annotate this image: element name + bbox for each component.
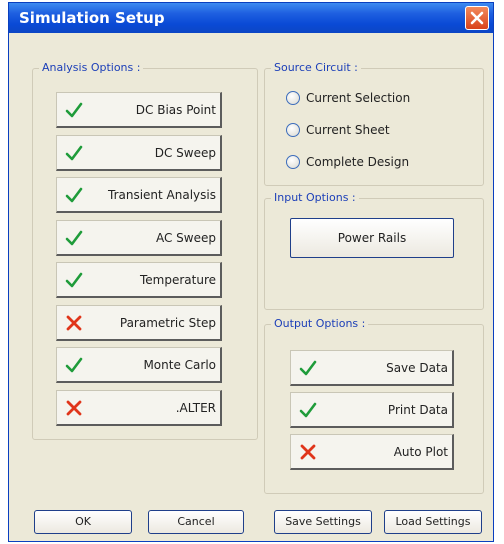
- check-icon: [65, 102, 83, 118]
- check-icon: [299, 360, 317, 376]
- analysis-toggle-label: Parametric Step: [119, 315, 216, 330]
- radio-label: Current Sheet: [306, 123, 390, 137]
- analysis-temperature-toggle[interactable]: Temperature: [56, 262, 222, 298]
- analysis-toggle-label: DC Bias Point: [135, 103, 216, 117]
- analysis-toggle-label: DC Sweep: [154, 145, 216, 160]
- radio-button[interactable]: [286, 155, 300, 169]
- check-icon: [65, 272, 83, 288]
- cross-icon: [66, 315, 82, 330]
- analysis-dc-sweep-toggle[interactable]: DC Sweep: [56, 134, 222, 171]
- source-circuit-label: Source Circuit :: [271, 61, 361, 74]
- power-rails-button[interactable]: Power Rails: [290, 218, 454, 258]
- analysis-dc-bias-point-toggle[interactable]: DC Bias Point: [56, 92, 222, 128]
- radio-button[interactable]: [286, 123, 300, 137]
- analysis-toggle-label: Transient Analysis: [108, 188, 216, 202]
- check-icon: [65, 230, 83, 245]
- analysis-monte-carlo-toggle[interactable]: Monte Carlo: [56, 347, 222, 383]
- check-icon: [65, 357, 83, 373]
- close-icon: [470, 11, 484, 25]
- output-toggle-label: Print Data: [387, 403, 448, 417]
- analysis-options-label: Analysis Options :: [39, 61, 144, 74]
- output-auto-plot-toggle[interactable]: Auto Plot: [290, 434, 454, 470]
- cancel-button[interactable]: Cancel: [148, 510, 244, 534]
- close-button[interactable]: [465, 6, 489, 30]
- check-icon: [299, 402, 317, 418]
- save-settings-button[interactable]: Save Settings: [274, 510, 372, 534]
- input-options-label: Input Options :: [271, 191, 359, 204]
- analysis-alter-toggle[interactable]: .ALTER: [56, 389, 222, 426]
- radio-label: Current Selection: [306, 91, 411, 105]
- output-toggle-label: Save Data: [386, 361, 448, 375]
- radio-label: Complete Design: [306, 155, 410, 169]
- output-save-data-toggle[interactable]: Save Data: [290, 350, 454, 386]
- analysis-ac-sweep-toggle[interactable]: AC Sweep: [56, 219, 222, 256]
- analysis-parametric-step-toggle[interactable]: Parametric Step: [56, 304, 222, 341]
- title-bar[interactable]: Simulation Setup: [9, 3, 493, 33]
- cross-icon: [300, 444, 316, 460]
- analysis-toggle-label: AC Sweep: [155, 230, 216, 245]
- radio-button[interactable]: [286, 91, 300, 105]
- load-settings-button[interactable]: Load Settings: [384, 510, 482, 534]
- analysis-toggle-label: Monte Carlo: [143, 358, 216, 372]
- output-options-label: Output Options :: [271, 317, 369, 330]
- analysis-toggle-label: Temperature: [139, 273, 216, 287]
- output-toggle-label: Auto Plot: [393, 445, 448, 459]
- cross-icon: [66, 400, 82, 415]
- check-icon: [65, 145, 83, 160]
- check-icon: [65, 187, 83, 203]
- window-title: Simulation Setup: [19, 9, 165, 27]
- output-print-data-toggle[interactable]: Print Data: [290, 392, 454, 428]
- ok-button[interactable]: OK: [34, 510, 132, 534]
- analysis-toggle-label: .ALTER: [175, 400, 216, 415]
- analysis-transient-analysis-toggle[interactable]: Transient Analysis: [56, 177, 222, 213]
